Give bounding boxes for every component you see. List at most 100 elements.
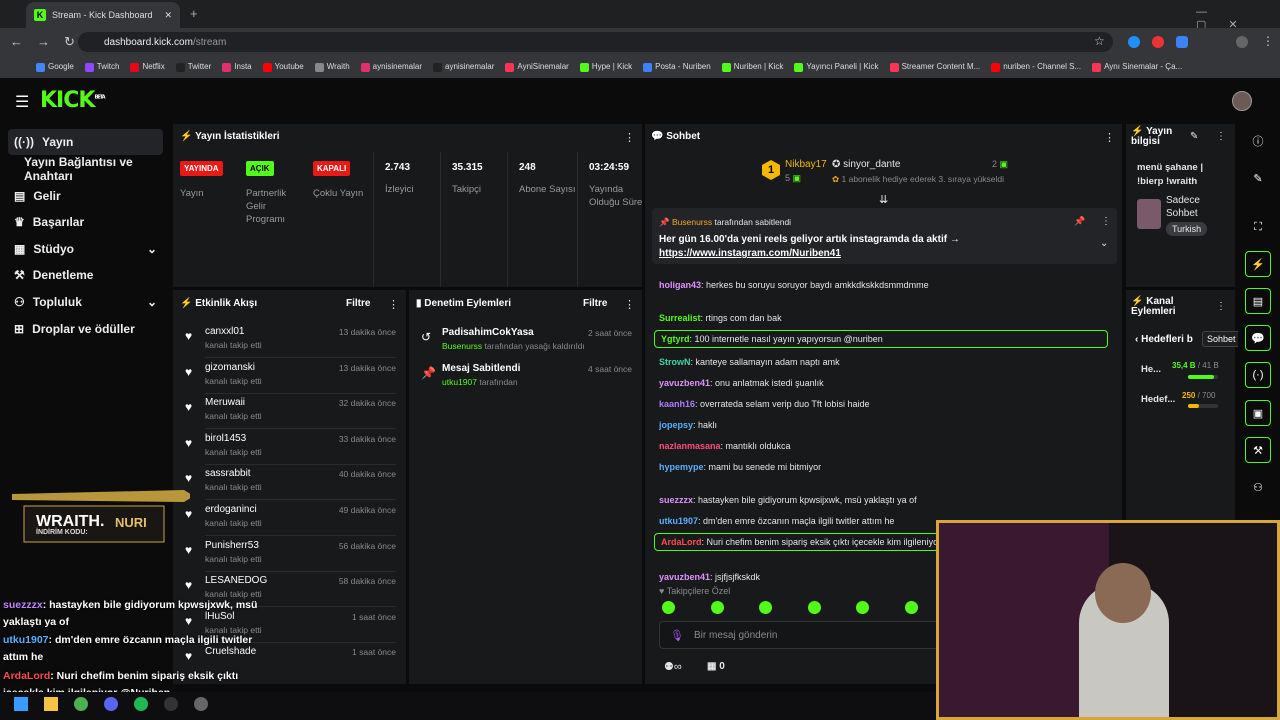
bookmark-item[interactable]: Twitch [84, 62, 119, 72]
goals-back-button[interactable]: ‹ Hedefleri b [1135, 334, 1193, 345]
info-icon[interactable]: ⓘ [1245, 128, 1271, 154]
microphone-icon[interactable]: 🎙 [670, 629, 684, 642]
bookmark-item[interactable]: Posta - Nuriben [643, 62, 711, 72]
wrench-icon[interactable]: ⚒ [1245, 437, 1271, 463]
sidebar-item-yayin[interactable]: ((·)) Yayın [8, 129, 163, 155]
chat-username[interactable]: nazlanmasana [659, 441, 721, 451]
bolt-icon[interactable]: ⚡ [1245, 251, 1271, 277]
edit-icon[interactable]: ✎ [1190, 131, 1198, 142]
sidebar-item-gelir[interactable]: ▤ Gelir [8, 183, 163, 209]
top-gifter-1[interactable]: Nikbay17 [785, 159, 827, 170]
sidebar-item-stream-key[interactable]: Yayın Bağlantısı ve Anahtarı [18, 155, 173, 183]
chat-message[interactable]: Surrealist: rtings com dan bak [659, 313, 1111, 323]
activity-user[interactable]: gizomanski [205, 362, 255, 373]
spotify-icon[interactable] [134, 697, 148, 711]
activity-user[interactable]: erdoganinci [205, 504, 257, 515]
new-tab-icon[interactable]: + [190, 6, 198, 21]
unpin-icon[interactable]: 📌 [1074, 216, 1085, 227]
sidebar-item-studyo[interactable]: ▦ Stüdyo ⌄ [8, 236, 163, 262]
bookmark-item[interactable]: Twitter [175, 62, 211, 72]
bookmark-item[interactable]: aynisinemalar [433, 62, 494, 72]
activity-user[interactable]: Meruwaii [205, 397, 245, 408]
expand-leaderboard-icon[interactable]: ⇊ [879, 193, 888, 206]
bookmark-item[interactable]: Insta [222, 62, 252, 72]
chat-message[interactable]: nazlanmasana: mantıklı oldukca [659, 441, 1111, 451]
edit-icon[interactable]: ✎ [1245, 165, 1271, 191]
bookmark-item[interactable]: Yayıncı Paneli | Kick [794, 62, 879, 72]
chat-message[interactable]: StrowN: kanteye sallamayın adam naptı am… [659, 357, 1111, 367]
moderation-actor[interactable]: Busenurss [442, 341, 482, 351]
bookmark-item[interactable]: nuriben - Channel S... [991, 62, 1081, 72]
file-explorer-icon[interactable] [44, 697, 58, 711]
chat-message[interactable]: holigan43: herkes bu soruyu soruyor bayd… [659, 280, 1111, 290]
bookmark-item[interactable]: aynisinemalar [360, 62, 422, 72]
bookmark-star-icon[interactable]: ☆ [1094, 34, 1105, 48]
windows-start-icon[interactable] [14, 697, 28, 711]
channel-points-icon[interactable]: ⚉∞ [664, 660, 682, 673]
discord-icon[interactable] [104, 697, 118, 711]
chat-menu-icon[interactable]: ⋮ [1104, 131, 1115, 144]
chat-username[interactable]: suezzzx [659, 495, 693, 505]
bookmark-item[interactable]: Nuriben | Kick [721, 62, 783, 72]
activity-user[interactable]: Punisherr53 [205, 540, 259, 551]
chevron-down-icon[interactable]: ⌄ [1100, 238, 1108, 249]
sidebar-item-droplar[interactable]: ⊞ Droplar ve ödüller [8, 316, 163, 342]
emote-icon[interactable] [710, 601, 724, 614]
emote-icon[interactable] [807, 601, 821, 614]
chat-username[interactable]: kaanh16 [659, 399, 695, 409]
chat-icon[interactable]: 💬 [1245, 325, 1271, 351]
extension-icon[interactable] [1128, 36, 1140, 48]
activity-user[interactable]: sassrabbit [205, 468, 251, 479]
chat-username[interactable]: Surrealist [659, 313, 701, 323]
bookmark-item[interactable]: Aynı Sinemalar - Ça... [1092, 62, 1182, 72]
bookmark-item[interactable]: Google [36, 62, 74, 72]
emote-icon[interactable] [856, 601, 869, 614]
chat-username[interactable]: Ygtyrd [661, 334, 690, 344]
bookmark-item[interactable]: Hype | Kick [579, 62, 632, 72]
chat-message[interactable]: Ygtyrd: 100 internetle nasıl yayın yapıy… [654, 330, 1108, 348]
emote-icon[interactable] [759, 601, 772, 614]
chat-username[interactable]: jopepsy [659, 420, 693, 430]
pinned-menu-icon[interactable]: ⋮ [1101, 216, 1111, 227]
activity-menu-icon[interactable]: ⋮ [388, 298, 399, 311]
activity-user[interactable]: canxxl01 [205, 326, 244, 337]
close-tab-icon[interactable]: ✕ [164, 10, 172, 21]
chat-username[interactable]: holigan43 [659, 280, 701, 290]
obs-icon[interactable] [164, 697, 178, 711]
user-avatar[interactable] [1232, 91, 1252, 111]
community-icon[interactable]: ⚇ [1245, 474, 1271, 500]
activity-user[interactable]: LESANEDOG [205, 575, 267, 586]
chat-username[interactable]: yavuzben41 [659, 572, 710, 582]
extension-icon[interactable] [1152, 36, 1164, 48]
category-name[interactable]: Sadece Sohbet [1166, 194, 1216, 220]
steam-icon[interactable] [194, 697, 208, 711]
stats-menu-icon[interactable]: ⋮ [624, 131, 635, 144]
bookmark-item[interactable]: Wraith [314, 62, 350, 72]
chat-message[interactable]: hypemype: mami bu senede mi bitmiyor [659, 462, 1111, 472]
fullscreen-icon[interactable]: ⛶ [1245, 214, 1271, 240]
url-input[interactable]: dashboard.kick.com/stream [78, 32, 1113, 52]
moderation-actor[interactable]: utku1907 [442, 377, 477, 387]
browser-menu-icon[interactable]: ⋮ [1262, 34, 1274, 48]
document-icon[interactable]: ▤ [1245, 288, 1271, 314]
pinned-link[interactable]: https://www.instagram.com/Nuriben41 [659, 248, 841, 259]
extension-icon[interactable] [1176, 36, 1188, 48]
chat-username[interactable]: utku1907 [659, 516, 698, 526]
stream-info-menu-icon[interactable]: ⋮ [1216, 131, 1226, 142]
chat-username[interactable]: ArdaLord [661, 537, 702, 547]
chat-username[interactable]: yavuzben41 [659, 378, 710, 388]
shield-icon[interactable]: ▣ [1245, 400, 1271, 426]
bookmark-item[interactable]: Youtube [262, 62, 304, 72]
chat-message[interactable]: yavuzben41: onu anlatmak istedi şuanlık [659, 378, 1111, 388]
emote-icon[interactable] [662, 601, 675, 614]
category-thumbnail[interactable] [1137, 199, 1161, 229]
chat-message[interactable]: suezzzx: hastayken bile gidiyorum kpwsij… [659, 495, 1111, 505]
moderation-menu-icon[interactable]: ⋮ [624, 298, 635, 311]
broadcast-icon[interactable]: (·) [1245, 362, 1271, 388]
chat-message[interactable]: jopepsy: haklı [659, 420, 1111, 430]
kick-logo[interactable]: KICKBETA [40, 88, 106, 113]
moderation-filter-button[interactable]: Filtre [583, 298, 607, 309]
activity-user[interactable]: birol1453 [205, 433, 246, 444]
hamburger-menu-icon[interactable]: ☰ [15, 92, 29, 112]
bookmark-item[interactable]: Streamer Content M... [889, 62, 980, 72]
